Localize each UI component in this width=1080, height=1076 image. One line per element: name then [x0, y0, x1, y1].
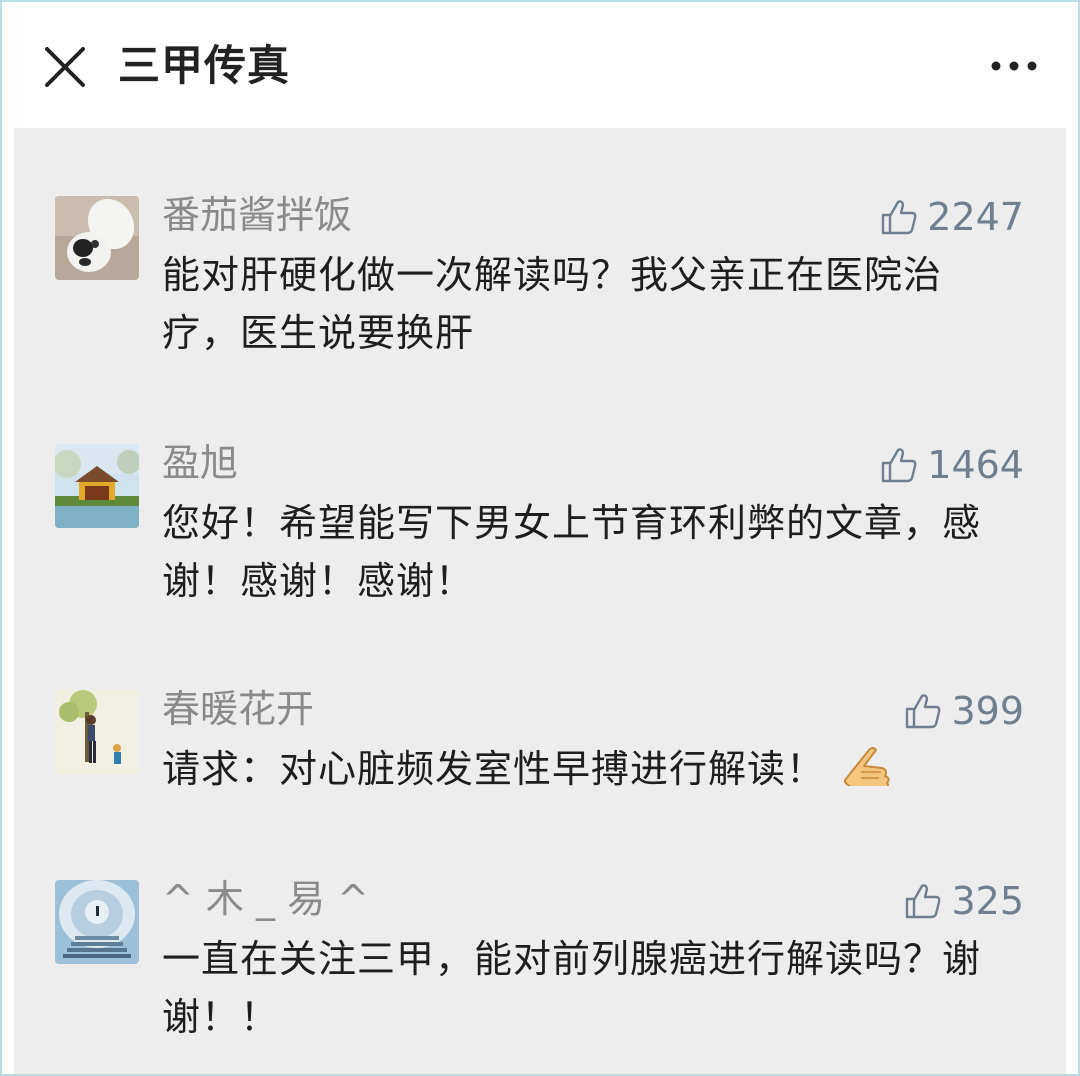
close-button[interactable] — [42, 44, 88, 90]
stairs-avatar — [55, 880, 139, 964]
user-avatar[interactable] — [55, 444, 139, 528]
like-count: 325 — [951, 879, 1024, 923]
pavilion-avatar — [55, 444, 139, 528]
comment-nickname: 春暖花开 — [162, 687, 315, 731]
thumbs-up-icon — [882, 448, 917, 483]
like-count: 399 — [951, 689, 1024, 733]
comment-text-row: 请求：对心脏频发室性早搏进行解读！ — [162, 740, 1012, 802]
more-button[interactable] — [986, 48, 1042, 84]
comment-nickname: ^ 木 _ 易 ^ — [162, 877, 369, 921]
more-icon — [991, 61, 1037, 71]
page-title: 三甲传真 — [118, 41, 291, 90]
thumbs-up-icon — [882, 200, 917, 235]
user-avatar[interactable] — [55, 690, 139, 774]
like-button[interactable]: 2247 — [879, 194, 1024, 240]
article-comments-page: 三甲传真 番茄酱拌饭 2247 能对肝硬化做一次解读吗？我父亲正在医院治疗，医生… — [0, 0, 1080, 1076]
comment-text: 您好！希望能写下男女上节育环利弊的文章，感谢！感谢！感谢！ — [162, 501, 982, 603]
comment-text: 能对肝硬化做一次解读吗？我父亲正在医院治疗，医生说要换肝 — [162, 253, 943, 355]
like-count: 1464 — [927, 443, 1024, 487]
comment-text: 请求：对心脏频发室性早搏进行解读！ — [162, 747, 826, 791]
like-button[interactable]: 1464 — [879, 442, 1024, 488]
like-button[interactable]: 399 — [903, 688, 1024, 734]
user-avatar[interactable] — [55, 196, 139, 280]
like-button[interactable]: 325 — [903, 878, 1024, 924]
comment-nickname: 盈旭 — [162, 441, 239, 485]
comment-nickname: 番茄酱拌饭 — [162, 193, 353, 237]
user-avatar[interactable] — [55, 880, 139, 964]
family-tree-avatar — [55, 690, 139, 774]
dog-avatar — [55, 196, 139, 280]
pointing-hand-emoji — [839, 742, 891, 802]
comment-text: 一直在关注三甲，能对前列腺癌进行解读吗？谢谢！！ — [162, 937, 982, 1039]
like-count: 2247 — [927, 195, 1024, 239]
thumbs-up-icon — [906, 694, 941, 729]
top-bar: 三甲传真 — [2, 2, 1078, 128]
comment-list: 番茄酱拌饭 2247 能对肝硬化做一次解读吗？我父亲正在医院治疗，医生说要换肝 — [14, 128, 1066, 1074]
thumbs-up-icon — [906, 884, 941, 919]
close-icon — [45, 47, 85, 87]
